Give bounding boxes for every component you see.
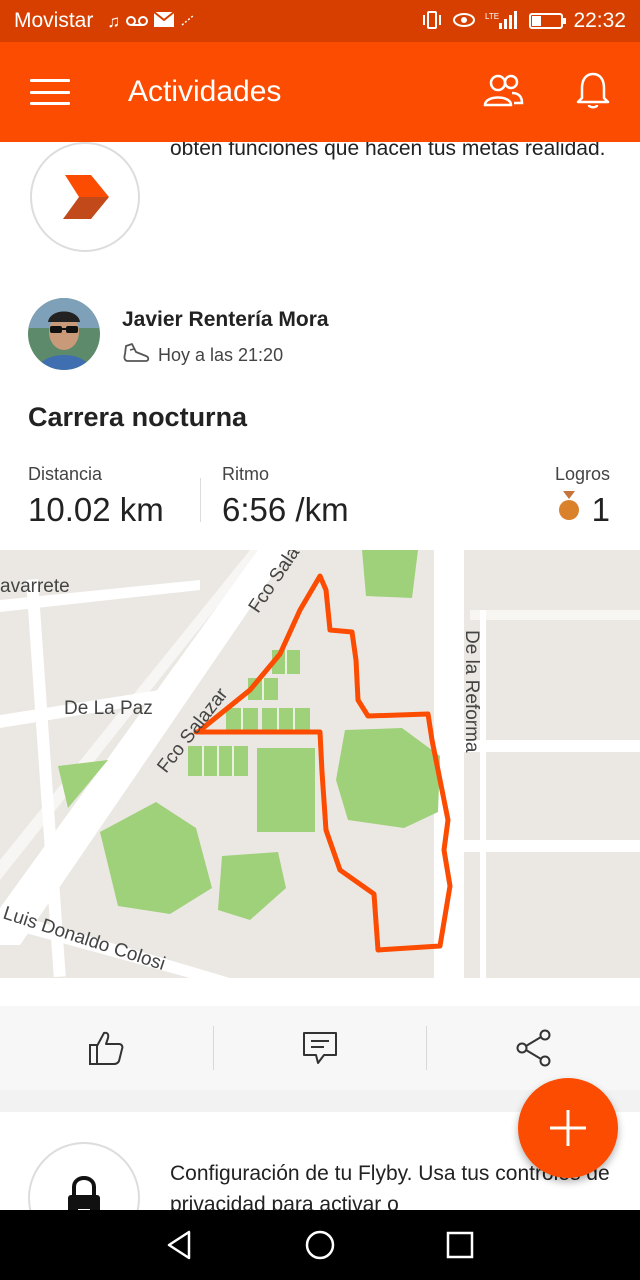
- stat-distance: Distancia 10.02 km: [28, 464, 164, 529]
- lte-signal-icon: LTE: [485, 10, 519, 32]
- plus-icon: [550, 1110, 586, 1146]
- battery-icon: [529, 13, 567, 29]
- activity-title[interactable]: Carrera nocturna: [28, 402, 247, 433]
- app-bar-actions: [482, 70, 610, 115]
- back-button[interactable]: [150, 1215, 210, 1275]
- hamburger-icon[interactable]: [30, 79, 70, 105]
- status-bar: Movistar ♫ LTE 22:32: [0, 0, 640, 42]
- comment-button[interactable]: [214, 1006, 427, 1090]
- clock: 22:32: [573, 9, 626, 32]
- activity-actions: [0, 1006, 640, 1090]
- avatar[interactable]: [28, 298, 100, 370]
- carrier: Movistar ♫: [14, 9, 198, 33]
- shoe-icon: [122, 342, 150, 369]
- stat-achievements-value-row: 1: [555, 491, 610, 529]
- share-button[interactable]: [427, 1006, 640, 1090]
- voicemail-icon: [126, 13, 149, 30]
- carrier-name: Movistar: [14, 9, 94, 32]
- page-title: Actividades: [128, 75, 282, 108]
- comment-icon: [303, 1032, 337, 1064]
- stat-divider: [200, 478, 201, 522]
- route-map[interactable]: avarrete De La Paz Fco Sala Fco Salazar …: [0, 543, 640, 978]
- flyby-lock-badge: [28, 1142, 140, 1210]
- eye-icon: [453, 12, 476, 31]
- street-label-navarrete: avarrete: [0, 576, 70, 597]
- back-triangle-icon: [167, 1230, 191, 1260]
- bell-icon[interactable]: [576, 70, 610, 115]
- status-icons-left: ♫: [107, 11, 198, 31]
- stat-pace-value: 6:56 /km: [222, 491, 349, 528]
- signal-dots-icon: [180, 13, 198, 30]
- app-bar: Actividades: [0, 42, 640, 142]
- promo-text: Llega más lejos con Summit. Pásate ahora…: [170, 142, 606, 160]
- recents-button[interactable]: [430, 1215, 490, 1275]
- music-icon: ♫: [107, 11, 121, 31]
- share-icon: [516, 1029, 551, 1067]
- status-icons-right: LTE 22:32: [421, 9, 626, 33]
- system-nav-bar: [0, 1210, 640, 1280]
- stat-pace: Ritmo 6:56 /km: [222, 464, 349, 529]
- lock-icon: [68, 1176, 100, 1210]
- activity-timestamp: Hoy a las 21:20: [158, 345, 284, 365]
- street-label-de-la-reforma: De la Reforma: [461, 630, 482, 753]
- summit-chevron-icon: [63, 175, 109, 219]
- add-activity-button[interactable]: [518, 1078, 618, 1178]
- svg-text:LTE: LTE: [485, 12, 499, 21]
- home-button[interactable]: [290, 1215, 350, 1275]
- medal-icon: [558, 491, 580, 529]
- activity-feed[interactable]: Llega más lejos con Summit. Pásate ahora…: [0, 142, 640, 1210]
- stat-pace-label: Ritmo: [222, 464, 270, 484]
- stat-achievements-label: Logros: [554, 464, 610, 484]
- stat-distance-label: Distancia: [28, 464, 103, 484]
- achievements-count: 1: [591, 491, 610, 528]
- activity-card[interactable]: Javier Rentería Mora Hoy a las 21:20 Car…: [0, 270, 640, 1090]
- recents-square-icon: [446, 1231, 474, 1259]
- mail-icon: [153, 11, 175, 30]
- activity-meta: Hoy a las 21:20: [122, 342, 283, 369]
- athlete-name[interactable]: Javier Rentería Mora: [122, 308, 329, 332]
- stat-achievements: Logros 1: [555, 464, 610, 529]
- stat-distance-value: 10.02 km: [28, 491, 164, 528]
- thumbs-up-icon: [89, 1031, 124, 1065]
- kudos-button[interactable]: [0, 1006, 213, 1090]
- home-circle-icon: [305, 1230, 335, 1260]
- vibrate-icon: [421, 10, 443, 32]
- summit-logo: [30, 142, 140, 252]
- street-label-de-la-paz: De La Paz: [64, 698, 153, 719]
- people-icon[interactable]: [482, 73, 524, 112]
- map-canvas: avarrete De La Paz Fco Sala Fco Salazar …: [0, 543, 640, 978]
